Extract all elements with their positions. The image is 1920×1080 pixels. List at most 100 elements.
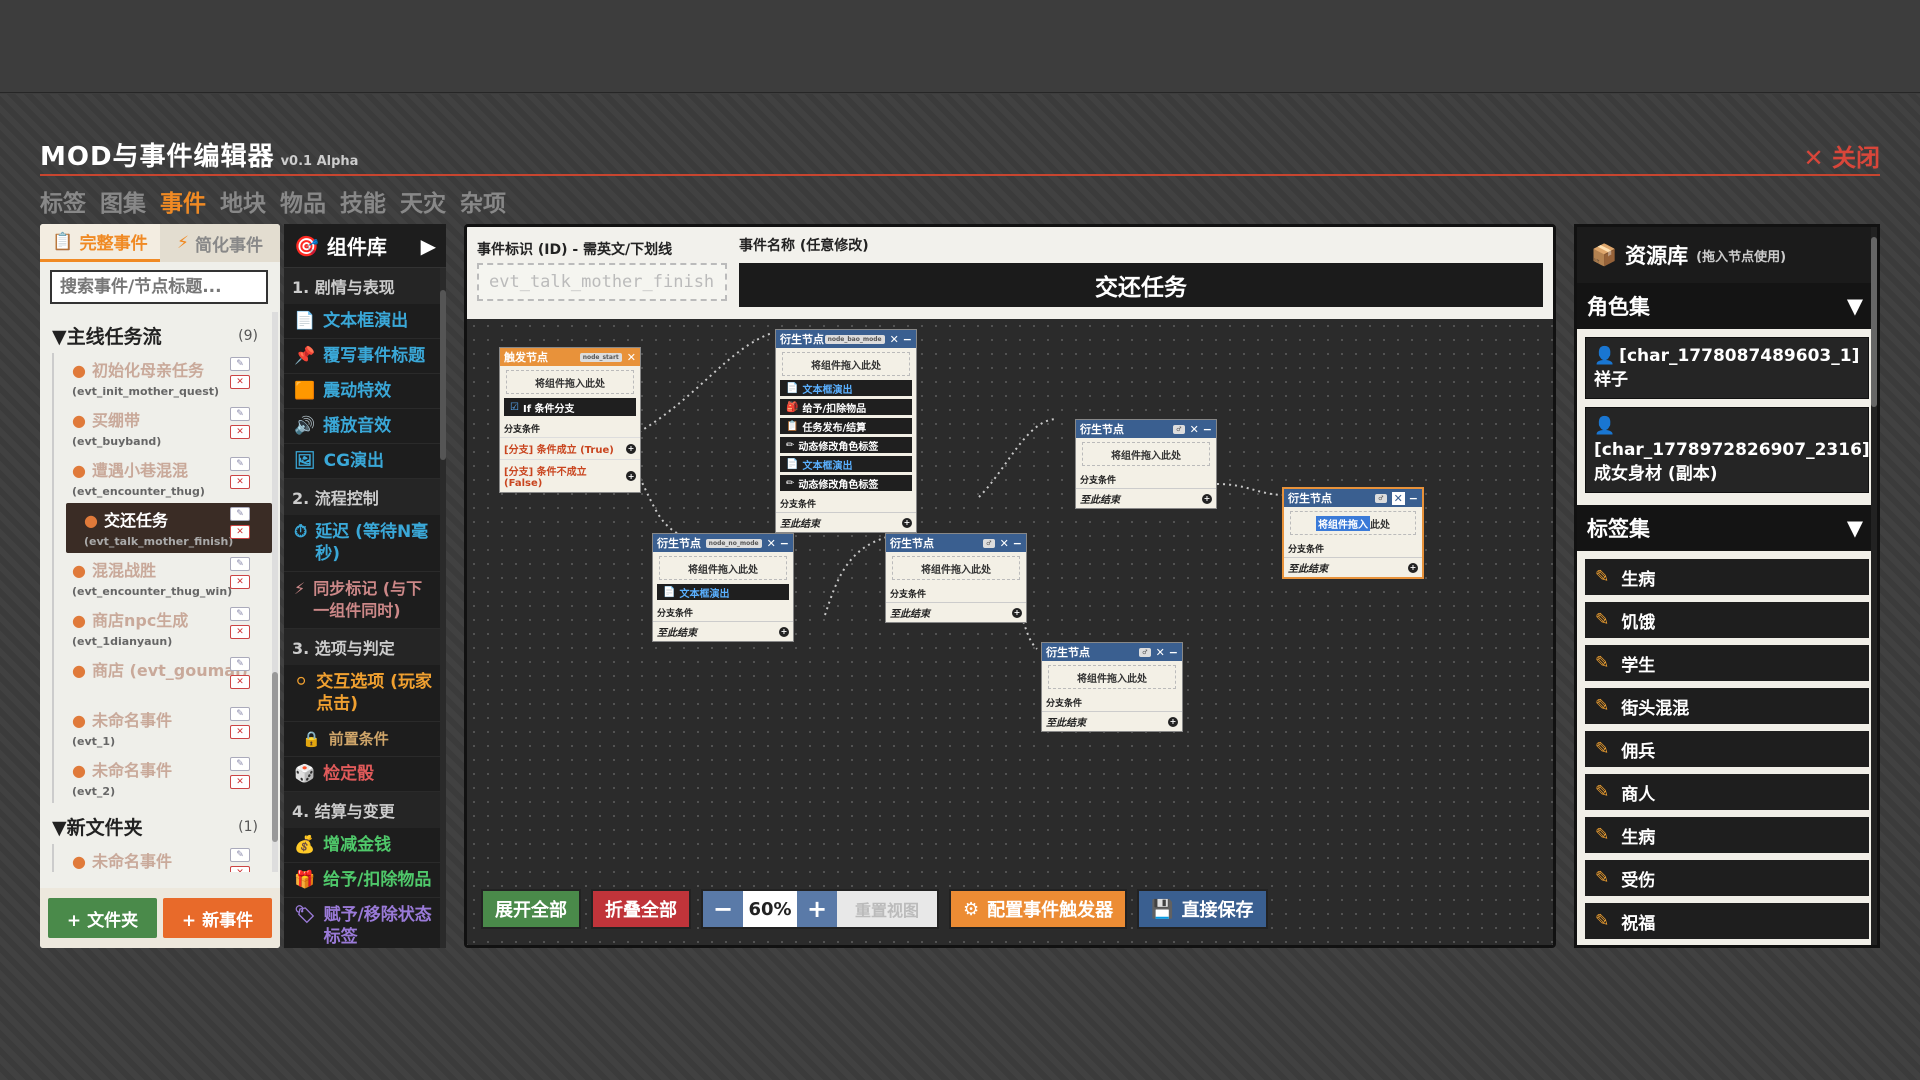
- branch-end[interactable]: 至此结束 +: [1076, 488, 1216, 508]
- branch-end[interactable]: 至此结束 +: [776, 512, 916, 532]
- node-component[interactable]: ✏ 动态修改角色标签: [780, 475, 912, 491]
- save-button[interactable]: 💾 直接保存: [1137, 889, 1268, 929]
- edit-icon[interactable]: ✎: [230, 848, 250, 862]
- minimize-icon[interactable]: −: [1169, 646, 1178, 659]
- tag-section-toggle[interactable]: 标签集 ▼: [1577, 505, 1877, 551]
- scrollbar-thumb[interactable]: [440, 290, 446, 460]
- tab-full-events[interactable]: 📋 完整事件: [40, 224, 160, 262]
- component-item[interactable]: 🔊 播放音效: [284, 409, 446, 444]
- zoom-in-button[interactable]: +: [797, 891, 837, 927]
- edit-icon[interactable]: ✎: [230, 607, 250, 621]
- expand-all-button[interactable]: 展开全部: [481, 889, 581, 929]
- edit-icon[interactable]: ✎: [230, 557, 250, 571]
- node-component[interactable]: 📄 文本框演出: [780, 380, 912, 396]
- component-item[interactable]: 🟧 震动特效: [284, 374, 446, 409]
- close-button[interactable]: ✕ 关闭: [1804, 138, 1880, 173]
- close-icon[interactable]: ✕: [1190, 423, 1199, 436]
- node-header[interactable]: 衍生节点 node_bao_mode ✕ −: [776, 330, 916, 348]
- nav-tab[interactable]: 地块: [220, 184, 266, 218]
- delete-icon[interactable]: ✕: [230, 625, 250, 639]
- component-item[interactable]: ⚪ 交互选项 (玩家点击): [284, 665, 446, 722]
- event-list-item[interactable]: ● 遭遇小巷混混 (evt_encounter_thug) ✎ ✕: [54, 453, 272, 503]
- plus-port-icon[interactable]: +: [1202, 493, 1212, 504]
- character-card[interactable]: 👤 [char_1778087489603_1] 祥子: [1585, 337, 1869, 399]
- tag-item[interactable]: ✎ 生病: [1585, 559, 1869, 595]
- branch-end[interactable]: 至此结束 +: [1284, 557, 1422, 577]
- event-list-item[interactable]: ● 买绷带 (evt_buyband) ✎ ✕: [54, 403, 272, 453]
- delete-icon[interactable]: ✕: [230, 475, 250, 489]
- delete-icon[interactable]: ✕: [230, 775, 250, 789]
- edit-icon[interactable]: ✎: [230, 657, 250, 671]
- character-card[interactable]: 👤 [char_1778972826907_2316] 成女身材 (副本): [1585, 407, 1870, 493]
- derived-node-a[interactable]: 衍生节点 node_bao_mode ✕ − 将组件拖入此处 📄 文本框演出 🎒 给予…: [775, 329, 917, 533]
- branch-end[interactable]: 至此结束 +: [1042, 711, 1182, 731]
- component-item[interactable]: 🏷 赋予/移除状态标签: [284, 898, 446, 948]
- event-name-input[interactable]: 交还任务: [739, 263, 1543, 307]
- node-header[interactable]: 衍生节点 ♂ ✕ −: [1284, 489, 1422, 507]
- nav-tab[interactable]: 杂项: [460, 184, 506, 218]
- nav-tab[interactable]: 标签: [40, 184, 86, 218]
- config-trigger-button[interactable]: ⚙ 配置事件触发器: [949, 889, 1128, 929]
- delete-icon[interactable]: ✕: [230, 425, 250, 439]
- component-drop-zone[interactable]: 将组件拖入此处: [892, 556, 1020, 580]
- scrollbar-thumb[interactable]: [272, 672, 278, 842]
- tag-item[interactable]: ✎ 受伤: [1585, 860, 1869, 896]
- minimize-icon[interactable]: −: [1203, 423, 1212, 436]
- node-component[interactable]: 📄 文本框演出: [657, 584, 789, 600]
- node-header[interactable]: 衍生节点 ♂ ✕ −: [886, 534, 1026, 552]
- add-folder-button[interactable]: + 文件夹: [48, 898, 157, 938]
- close-icon[interactable]: ✕: [767, 537, 776, 550]
- edit-icon[interactable]: ✎: [230, 757, 250, 771]
- event-id-input[interactable]: evt_talk_mother_finish: [477, 263, 727, 301]
- edit-icon[interactable]: ✎: [230, 507, 250, 521]
- tab-simple-events[interactable]: ⚡ 简化事件: [160, 224, 280, 262]
- derived-node-e[interactable]: 衍生节点 ♂ ✕ − 将组件拖入此处 分支条件 至此结束 +: [1075, 419, 1217, 509]
- close-icon[interactable]: ✕: [1391, 491, 1405, 505]
- delete-icon[interactable]: ✕: [230, 575, 250, 589]
- event-list-item[interactable]: ● 商店npc生成 (evt_1dianyaun) ✎ ✕: [54, 603, 272, 653]
- component-item[interactable]: 🎁 给予/扣除物品: [284, 863, 446, 898]
- node-header[interactable]: 衍生节点 ♂ ✕ −: [1042, 643, 1182, 661]
- plus-port-icon[interactable]: +: [626, 471, 636, 481]
- derived-node-c[interactable]: 衍生节点 ♂ ✕ − 将组件拖入此处 分支条件 至此结束 +: [885, 533, 1027, 623]
- tag-item[interactable]: ✎ 佣兵: [1585, 731, 1869, 767]
- event-search-input[interactable]: [50, 270, 268, 304]
- component-item[interactable]: 🎲 检定骰: [284, 757, 446, 792]
- close-icon[interactable]: ✕: [890, 333, 899, 346]
- component-item[interactable]: 🖼 CG演出: [284, 444, 446, 479]
- delete-icon[interactable]: ✕: [230, 675, 250, 689]
- delete-icon[interactable]: ✕: [230, 525, 250, 539]
- tag-item[interactable]: ✎ 商人: [1585, 774, 1869, 810]
- plus-port-icon[interactable]: +: [1012, 607, 1022, 618]
- component-drop-zone[interactable]: 将组件拖入此处: [782, 352, 910, 376]
- node-header[interactable]: 衍生节点 node_no_mode ✕ −: [653, 534, 793, 552]
- plus-port-icon[interactable]: +: [626, 443, 636, 454]
- component-scrollbar[interactable]: [440, 268, 446, 948]
- component-item[interactable]: ⏱ 延迟 (等待N毫秒): [284, 515, 446, 572]
- branch-false[interactable]: [分支] 条件不成立 (False) +: [500, 459, 640, 492]
- character-section-toggle[interactable]: 角色集 ▼: [1577, 283, 1877, 329]
- if-branch-component[interactable]: ☑ If 条件分支: [504, 398, 636, 416]
- nav-tab[interactable]: 天灾: [400, 184, 446, 218]
- event-list-item[interactable]: ● 交还任务 (evt_talk_mother_finish) ✎ ✕: [66, 503, 272, 553]
- node-canvas[interactable]: 触发节点 node_start ✕ 将组件拖入此处 ☑ If 条件分支 分支条件 …: [467, 319, 1553, 945]
- minimize-icon[interactable]: −: [903, 333, 912, 346]
- component-item[interactable]: 🔒 前置条件: [284, 722, 446, 757]
- nav-tab[interactable]: 技能: [340, 184, 386, 218]
- scrollbar-thumb[interactable]: [1871, 237, 1877, 407]
- node-component[interactable]: ✏ 动态修改角色标签: [780, 437, 912, 453]
- plus-port-icon[interactable]: +: [1168, 716, 1178, 727]
- plus-port-icon[interactable]: +: [1408, 562, 1418, 573]
- delete-icon[interactable]: ✕: [230, 725, 250, 739]
- close-icon[interactable]: ✕: [627, 351, 636, 364]
- node-header[interactable]: 触发节点 node_start ✕: [500, 348, 640, 366]
- node-component[interactable]: 🎒 给予/扣除物品: [780, 399, 912, 415]
- edit-icon[interactable]: ✎: [230, 407, 250, 421]
- edit-icon[interactable]: ✎: [230, 457, 250, 471]
- plus-port-icon[interactable]: +: [779, 626, 789, 637]
- event-list-item[interactable]: ● 未命名事件 (evt_1) ✎ ✕: [54, 703, 272, 753]
- edit-icon[interactable]: ✎: [230, 707, 250, 721]
- nav-tab[interactable]: 物品: [280, 184, 326, 218]
- derived-node-b[interactable]: 衍生节点 node_no_mode ✕ − 将组件拖入此处 📄 文本框演出 分支条…: [652, 533, 794, 642]
- event-list-item[interactable]: ● 商店 (evt_goumai) ✎ ✕: [54, 653, 272, 703]
